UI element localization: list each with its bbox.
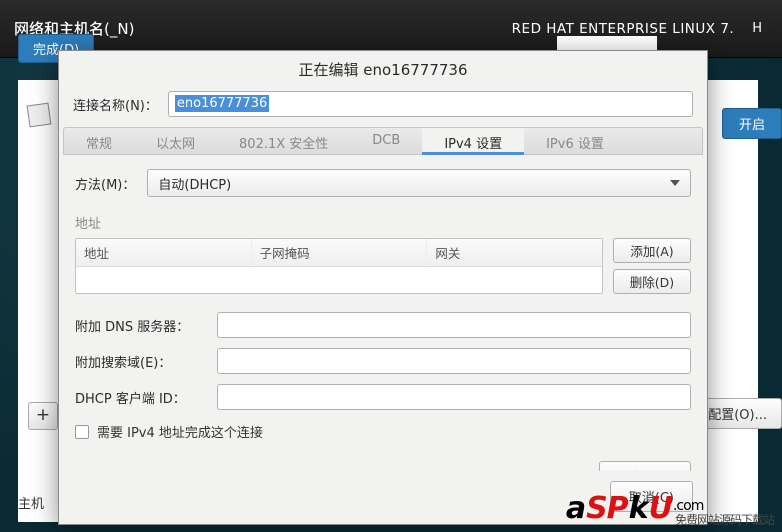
- dhcp-client-id-label: DHCP 客户端 ID：: [75, 388, 205, 407]
- col-address: 地址: [76, 239, 252, 266]
- help-button[interactable]: H: [746, 19, 768, 38]
- dns-label: 附加 DNS 服务器：: [75, 316, 205, 335]
- dialog-footer: 取消(C): [59, 471, 707, 524]
- connection-name-label: 连接名称(N)：: [73, 95, 158, 114]
- address-table[interactable]: 地址 子网掩码 网关: [75, 238, 603, 294]
- tab-ethernet[interactable]: 以太网: [134, 128, 217, 154]
- require-ipv4-checkbox[interactable]: [75, 425, 89, 439]
- dialog-title: 正在编辑 eno16777736: [59, 51, 707, 91]
- connection-name-value: eno16777736: [175, 95, 269, 112]
- col-gateway: 网关: [427, 239, 602, 266]
- searchdomains-label: 附加搜索域(E)：: [75, 352, 205, 371]
- distro-label: RED HAT ENTERPRISE LINUX 7.: [512, 21, 735, 37]
- connection-name-input[interactable]: eno16777736: [168, 91, 693, 117]
- hostname-label: 主机: [18, 493, 44, 512]
- toggle-on-button[interactable]: 开启: [722, 108, 782, 139]
- dhcp-client-id-input[interactable]: [217, 384, 691, 410]
- edit-connection-dialog: 正在编辑 eno16777736 连接名称(N)： eno16777736 常规…: [58, 50, 708, 525]
- delete-address-button[interactable]: 删除(D): [613, 269, 691, 294]
- method-value: 自动(DHCP): [158, 174, 231, 193]
- method-label: 方法(M)：: [75, 174, 135, 193]
- require-ipv4-label: 需要 IPv4 地址完成这个连接: [97, 422, 263, 441]
- tab-ipv6[interactable]: IPv6 设置: [524, 128, 626, 154]
- searchdomains-input[interactable]: [217, 348, 691, 374]
- tab-body-ipv4: 方法(M)： 自动(DHCP) 地址 地址 子网掩码 网关 添加(A) 删除(D: [59, 155, 707, 471]
- tab-dcb[interactable]: DCB: [350, 128, 422, 154]
- tab-ipv4[interactable]: IPv4 设置: [422, 128, 524, 155]
- dialog-tabs: 常规 以太网 802.1X 安全性 DCB IPv4 设置 IPv6 设置: [63, 127, 703, 155]
- interface-icon: [27, 103, 52, 128]
- tab-general[interactable]: 常规: [64, 128, 134, 154]
- tab-8021x[interactable]: 802.1X 安全性: [217, 128, 350, 154]
- address-section-label: 地址: [75, 213, 691, 232]
- method-combo[interactable]: 自动(DHCP): [147, 169, 691, 197]
- cancel-button[interactable]: 取消(C): [610, 481, 693, 512]
- chevron-down-icon: [670, 180, 680, 186]
- col-netmask: 子网掩码: [252, 239, 428, 266]
- dns-input[interactable]: [217, 312, 691, 338]
- add-address-button[interactable]: 添加(A): [613, 238, 691, 263]
- routes-button[interactable]: 路由(R)…: [599, 461, 691, 471]
- add-interface-button[interactable]: +: [28, 402, 58, 430]
